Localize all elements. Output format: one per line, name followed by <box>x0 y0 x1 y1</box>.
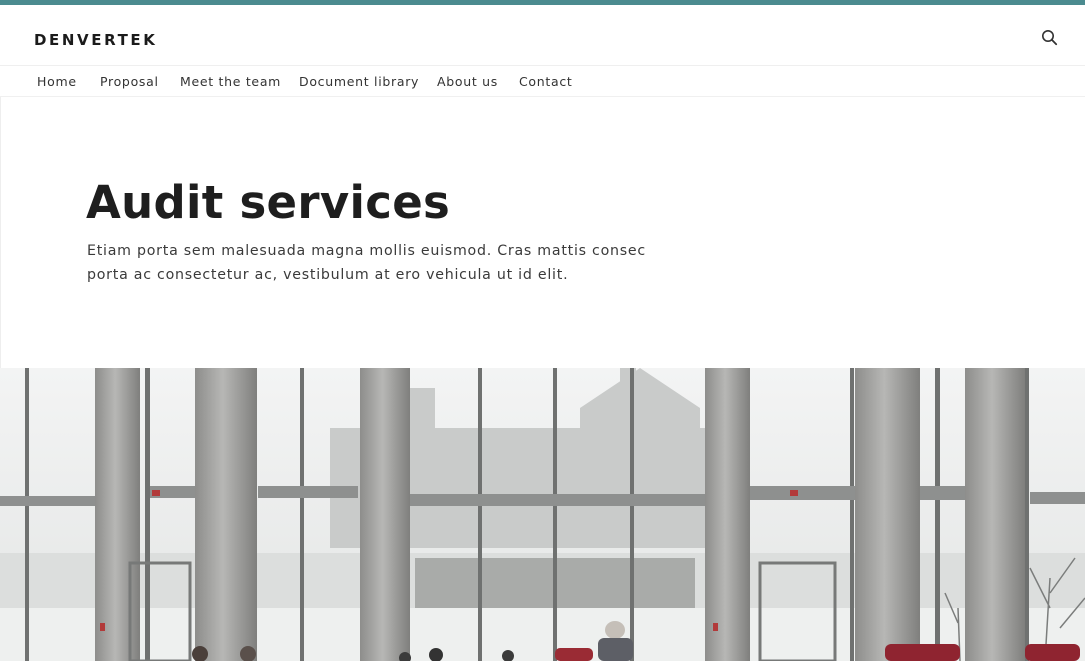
nav-item-contact[interactable]: Contact <box>519 74 573 89</box>
nav-item-document-library[interactable]: Document library <box>299 74 419 89</box>
brand-logo[interactable]: DENVERTEK <box>34 31 158 49</box>
hero-description-line-2: porta ac consectetur ac, vestibulum at e… <box>87 267 569 283</box>
hero-left-rule <box>0 97 1 407</box>
main-navigation: Home Proposal Meet the team Document lib… <box>0 66 1085 97</box>
nav-item-about-us[interactable]: About us <box>437 74 498 89</box>
page-title: Audit services <box>86 176 451 229</box>
nav-item-proposal[interactable]: Proposal <box>100 74 159 89</box>
nav-item-home[interactable]: Home <box>37 74 77 89</box>
nav-item-meet-the-team[interactable]: Meet the team <box>180 74 281 89</box>
hero-description-line-1: Etiam porta sem malesuada magna mollis e… <box>87 243 646 259</box>
atrium-photo-illustration <box>0 368 1085 661</box>
site-header: DENVERTEK <box>0 5 1085 66</box>
search-button[interactable] <box>1039 27 1061 49</box>
hero-photo <box>0 368 1085 661</box>
search-icon <box>1042 30 1058 46</box>
